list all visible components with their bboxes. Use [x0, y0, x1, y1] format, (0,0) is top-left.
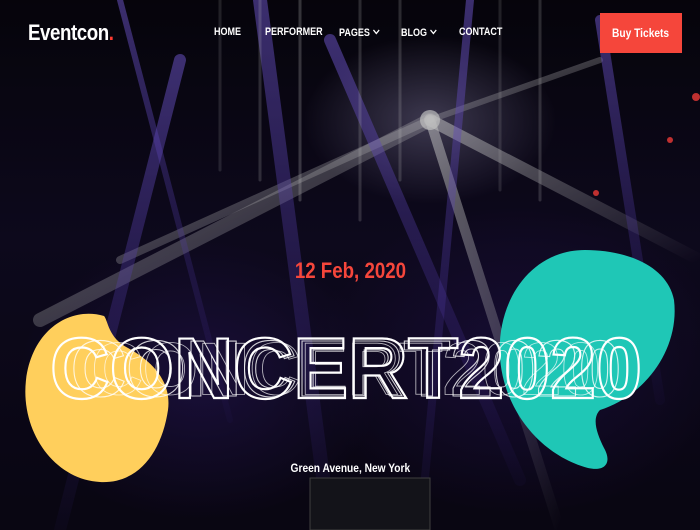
event-venue-text: Green Avenue, New York — [290, 461, 410, 475]
nav-blog-label: BLOG — [401, 27, 428, 39]
nav-contact-label: CONTACT — [459, 26, 503, 38]
brand-name: Eventcon — [28, 20, 109, 45]
chevron-down-icon — [429, 26, 437, 38]
brand-dot: . — [108, 20, 114, 45]
nav-performer[interactable]: PERFORMER — [265, 26, 323, 38]
buy-tickets-label: Buy Tickets — [612, 26, 670, 40]
event-headline: CONCERT2020 CONCERT2020 CONCERT2020 — [49, 320, 643, 418]
nav-blog[interactable]: BLOG — [401, 26, 437, 39]
headline-inline-outline-2: CONCERT2020 — [91, 327, 600, 410]
nav-home-label: HOME — [214, 26, 242, 38]
nav-performer-label: PERFORMER — [265, 26, 323, 38]
nav-home[interactable]: HOME — [214, 26, 241, 38]
buy-tickets-button[interactable]: Buy Tickets — [600, 13, 682, 53]
event-venue: Green Avenue, New York — [0, 461, 700, 475]
chevron-down-icon — [372, 26, 380, 38]
nav-contact[interactable]: CONTACT — [459, 26, 502, 38]
event-date: 12 Feb, 2020 — [0, 258, 700, 284]
nav-pages[interactable]: PAGES — [339, 26, 380, 39]
brand-logo[interactable]: Eventcon. — [28, 20, 114, 46]
nav-pages-label: PAGES — [339, 27, 370, 39]
event-date-text: 12 Feb, 2020 — [294, 258, 406, 283]
